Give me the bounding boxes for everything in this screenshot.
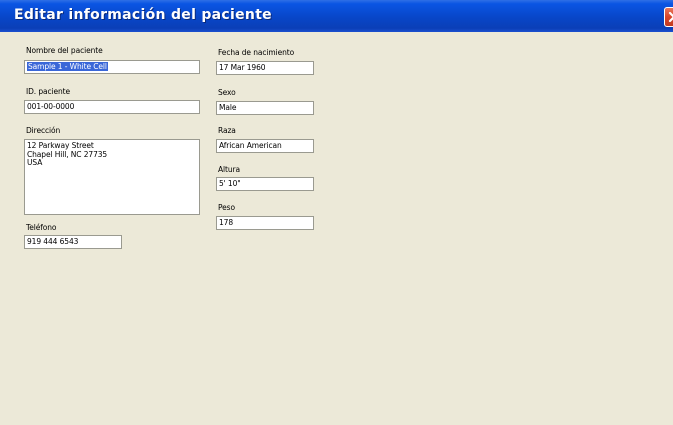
patient-name-value: Sample 1 - White Cell bbox=[27, 62, 108, 71]
title-bar[interactable]: Editar información del paciente bbox=[0, 0, 673, 32]
weight-label: Peso bbox=[218, 203, 235, 212]
height-field[interactable]: 5' 10" bbox=[216, 177, 314, 191]
close-icon bbox=[668, 11, 673, 23]
patient-name-label: Nombre del paciente bbox=[26, 46, 103, 55]
edit-patient-dialog: Editar información del paciente Nombre d… bbox=[0, 0, 673, 425]
sex-field[interactable]: Male bbox=[216, 101, 314, 115]
phone-field[interactable]: 919 444 6543 bbox=[24, 235, 122, 249]
patient-id-label: ID. paciente bbox=[26, 87, 71, 96]
race-field[interactable]: African American bbox=[216, 139, 314, 153]
birth-date-label: Fecha de nacimiento bbox=[218, 48, 295, 57]
address-label: Dirección bbox=[26, 126, 61, 135]
close-button[interactable] bbox=[664, 7, 673, 27]
phone-label: Teléfono bbox=[26, 223, 57, 232]
patient-id-field[interactable]: 001-00-0000 bbox=[24, 100, 200, 114]
address-field[interactable]: 12 Parkway Street Chapel Hill, NC 27735 … bbox=[24, 139, 200, 215]
window-title: Editar información del paciente bbox=[14, 7, 272, 23]
weight-field[interactable]: 178 bbox=[216, 216, 314, 230]
height-label: Altura bbox=[218, 165, 240, 174]
sex-label: Sexo bbox=[218, 88, 236, 97]
race-label: Raza bbox=[218, 126, 236, 135]
patient-name-field[interactable]: Sample 1 - White Cell bbox=[24, 60, 200, 74]
birth-date-field[interactable]: 17 Mar 1960 bbox=[216, 61, 314, 75]
